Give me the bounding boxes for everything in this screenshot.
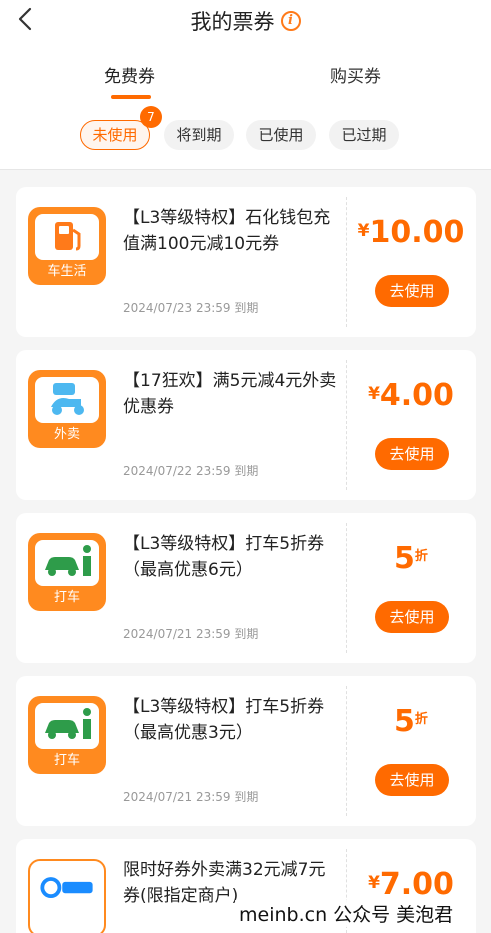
title-bar: 我的票券 i — [0, 6, 491, 36]
coupon-icon: 车生活 — [28, 207, 106, 285]
coupon-card[interactable]: 外卖 【17狂欢】满5元减4元外卖优惠券 2024/07/22 23:59 到期… — [16, 350, 476, 500]
amount-value: 4.00 — [379, 378, 454, 413]
page-title: 我的票券 — [190, 10, 275, 34]
coupon-category-label: 外卖 — [53, 427, 80, 442]
filter-expiring[interactable]: 将到期 — [164, 120, 234, 150]
coupon-title: 【17狂欢】满5元减4元外卖优惠券 — [123, 371, 337, 417]
taxi-icon — [45, 708, 91, 739]
coupon-card[interactable]: 车生活 【L3等级特权】石化钱包充值满100元减10元券 2024/07/23 … — [16, 187, 476, 337]
unused-count-badge: 7 — [140, 106, 162, 128]
coupon-title: 【L3等级特权】打车5折券（最高优惠3元） — [123, 697, 325, 743]
currency-symbol: ¥ — [357, 221, 370, 241]
filter-unused[interactable]: 未使用 — [80, 120, 150, 150]
coupon-amount: 5折 — [346, 704, 476, 739]
coupon-card[interactable]: 打车 【L3等级特权】打车5折券（最高优惠3元） 2024/07/21 23:5… — [16, 676, 476, 826]
use-coupon-button[interactable]: 去使用 — [375, 601, 449, 633]
coupon-amount: ¥7.00 — [346, 867, 476, 902]
coupon-category-label: 打车 — [53, 590, 80, 605]
use-coupon-button[interactable]: 去使用 — [375, 764, 449, 796]
coupon-expiry: 2024/07/21 23:59 到期 — [123, 790, 259, 804]
amount-value: 10.00 — [369, 215, 465, 250]
scooter-icon — [51, 383, 84, 415]
coupon-amount: ¥4.00 — [346, 378, 476, 413]
info-icon[interactable]: i — [280, 11, 301, 31]
coupon-category-label: 车生活 — [47, 264, 87, 279]
discount-unit: 折 — [414, 549, 428, 564]
coupon-icon: 外卖 — [28, 370, 106, 448]
coupon-expiry: 2024/07/21 23:59 到期 — [123, 627, 259, 641]
amount-value: 7.00 — [379, 867, 454, 902]
coupon-icon: 打车 — [28, 696, 106, 774]
use-coupon-button[interactable]: 去使用 — [375, 275, 449, 307]
discount-unit: 折 — [414, 712, 428, 727]
filter-used[interactable]: 已使用 — [246, 120, 316, 150]
coupon-title: 【L3等级特权】石化钱包充值满100元减10元券 — [123, 208, 331, 254]
coupon-title: 【L3等级特权】打车5折券（最高优惠6元） — [123, 534, 325, 580]
watermark: meinb.cn 公众号 美泡君 — [235, 900, 458, 927]
currency-symbol: ¥ — [368, 384, 380, 404]
taxi-icon — [45, 545, 91, 576]
coupon-amount: ¥10.00 — [346, 215, 476, 250]
coupon-expiry: 2024/07/22 23:59 到期 — [123, 464, 259, 478]
coupon-icon: 打车 — [28, 533, 106, 611]
gas-pump-icon — [55, 222, 81, 251]
coupon-category-label: 打车 — [53, 753, 80, 768]
eleme-logo-icon — [40, 877, 93, 898]
tab-free-coupons[interactable]: 免费券 — [104, 62, 155, 87]
amount-value: 5 — [394, 704, 415, 739]
coupon-expiry: 2024/07/23 23:59 到期 — [123, 301, 259, 315]
coupon-amount: 5折 — [346, 541, 476, 576]
coupon-icon — [28, 859, 106, 933]
header: 我的票券 i 免费券 购买券 未使用 将到期 已使用 已过期 7 — [0, 0, 491, 170]
filter-expired[interactable]: 已过期 — [329, 120, 399, 150]
currency-symbol: ¥ — [368, 873, 380, 893]
tab-purchased-coupons[interactable]: 购买券 — [330, 62, 381, 87]
use-coupon-button[interactable]: 去使用 — [375, 438, 449, 470]
amount-value: 5 — [394, 541, 415, 576]
active-tab-indicator — [111, 95, 151, 99]
coupon-card[interactable]: 打车 【L3等级特权】打车5折券（最高优惠6元） 2024/07/21 23:5… — [16, 513, 476, 663]
